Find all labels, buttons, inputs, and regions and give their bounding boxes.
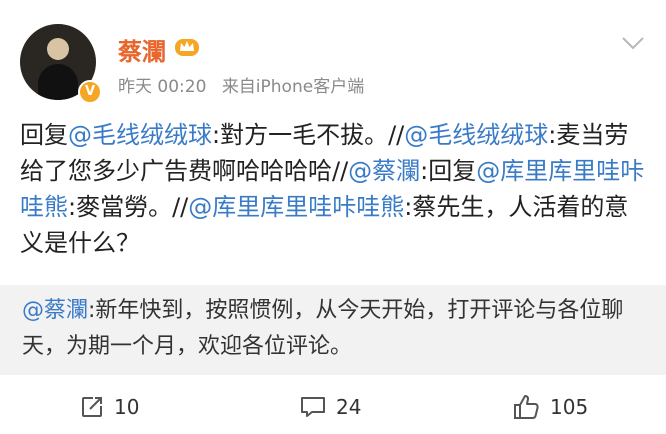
- mention-link[interactable]: @蔡瀾: [348, 157, 420, 185]
- comment-icon: [301, 397, 325, 417]
- mention-link[interactable]: @毛线绒绒球: [404, 121, 548, 149]
- quoted-post-text: @蔡瀾:新年快到，按照惯例，从今天开始，打开评论与各位聊天，为期一个月，欢迎各位…: [22, 293, 652, 365]
- like-button[interactable]: 105: [512, 392, 588, 422]
- post-meta: 昨天 00:20 来自iPhone客户端: [118, 72, 374, 97]
- content-text: :回复: [420, 157, 477, 185]
- vip-badge: V: [78, 80, 102, 104]
- crown-icon: [175, 39, 199, 56]
- weibo-post: V 蔡瀾 昨天 00:20 来自iPhone客户端 回复@毛线绒绒球:對方一毛不…: [0, 0, 666, 434]
- content-text: :對方一毛不拔。//: [212, 121, 405, 149]
- like-count: 105: [550, 395, 589, 419]
- quoted-text: :新年快到，按照惯例，从今天开始，打开评论与各位聊天，为期一个月，欢迎各位评论。: [22, 298, 624, 359]
- post-content: 回复@毛线绒绒球:對方一毛不拔。//@毛线绒绒球:麦当劳给了您多少广告费啊哈哈哈…: [20, 117, 650, 261]
- repost-icon: [82, 397, 102, 417]
- mention-link[interactable]: @库里库里哇咔哇熊: [188, 193, 404, 221]
- chevron-down-icon[interactable]: [620, 34, 646, 52]
- content-text: :麥當勞。//: [68, 193, 189, 221]
- repost-count: 10: [114, 395, 140, 419]
- comment-count: 24: [336, 395, 362, 419]
- post-time: 昨天 00:20: [118, 77, 207, 97]
- repost-button[interactable]: 10: [80, 392, 139, 422]
- thumbs-up-icon: [514, 395, 539, 419]
- username[interactable]: 蔡瀾: [118, 32, 166, 67]
- action-bar: 10 24 105: [0, 378, 666, 434]
- quoted-post[interactable]: @蔡瀾:新年快到，按照惯例，从今天开始，打开评论与各位聊天，为期一个月，欢迎各位…: [0, 285, 666, 375]
- mention-link[interactable]: @蔡瀾: [22, 298, 88, 323]
- avatar[interactable]: V: [20, 24, 104, 108]
- reply-prefix: 回复: [20, 121, 68, 149]
- comment-button[interactable]: 24: [300, 392, 361, 422]
- post-source: 来自iPhone客户端: [221, 77, 365, 97]
- mention-link[interactable]: @毛线绒绒球: [68, 121, 212, 149]
